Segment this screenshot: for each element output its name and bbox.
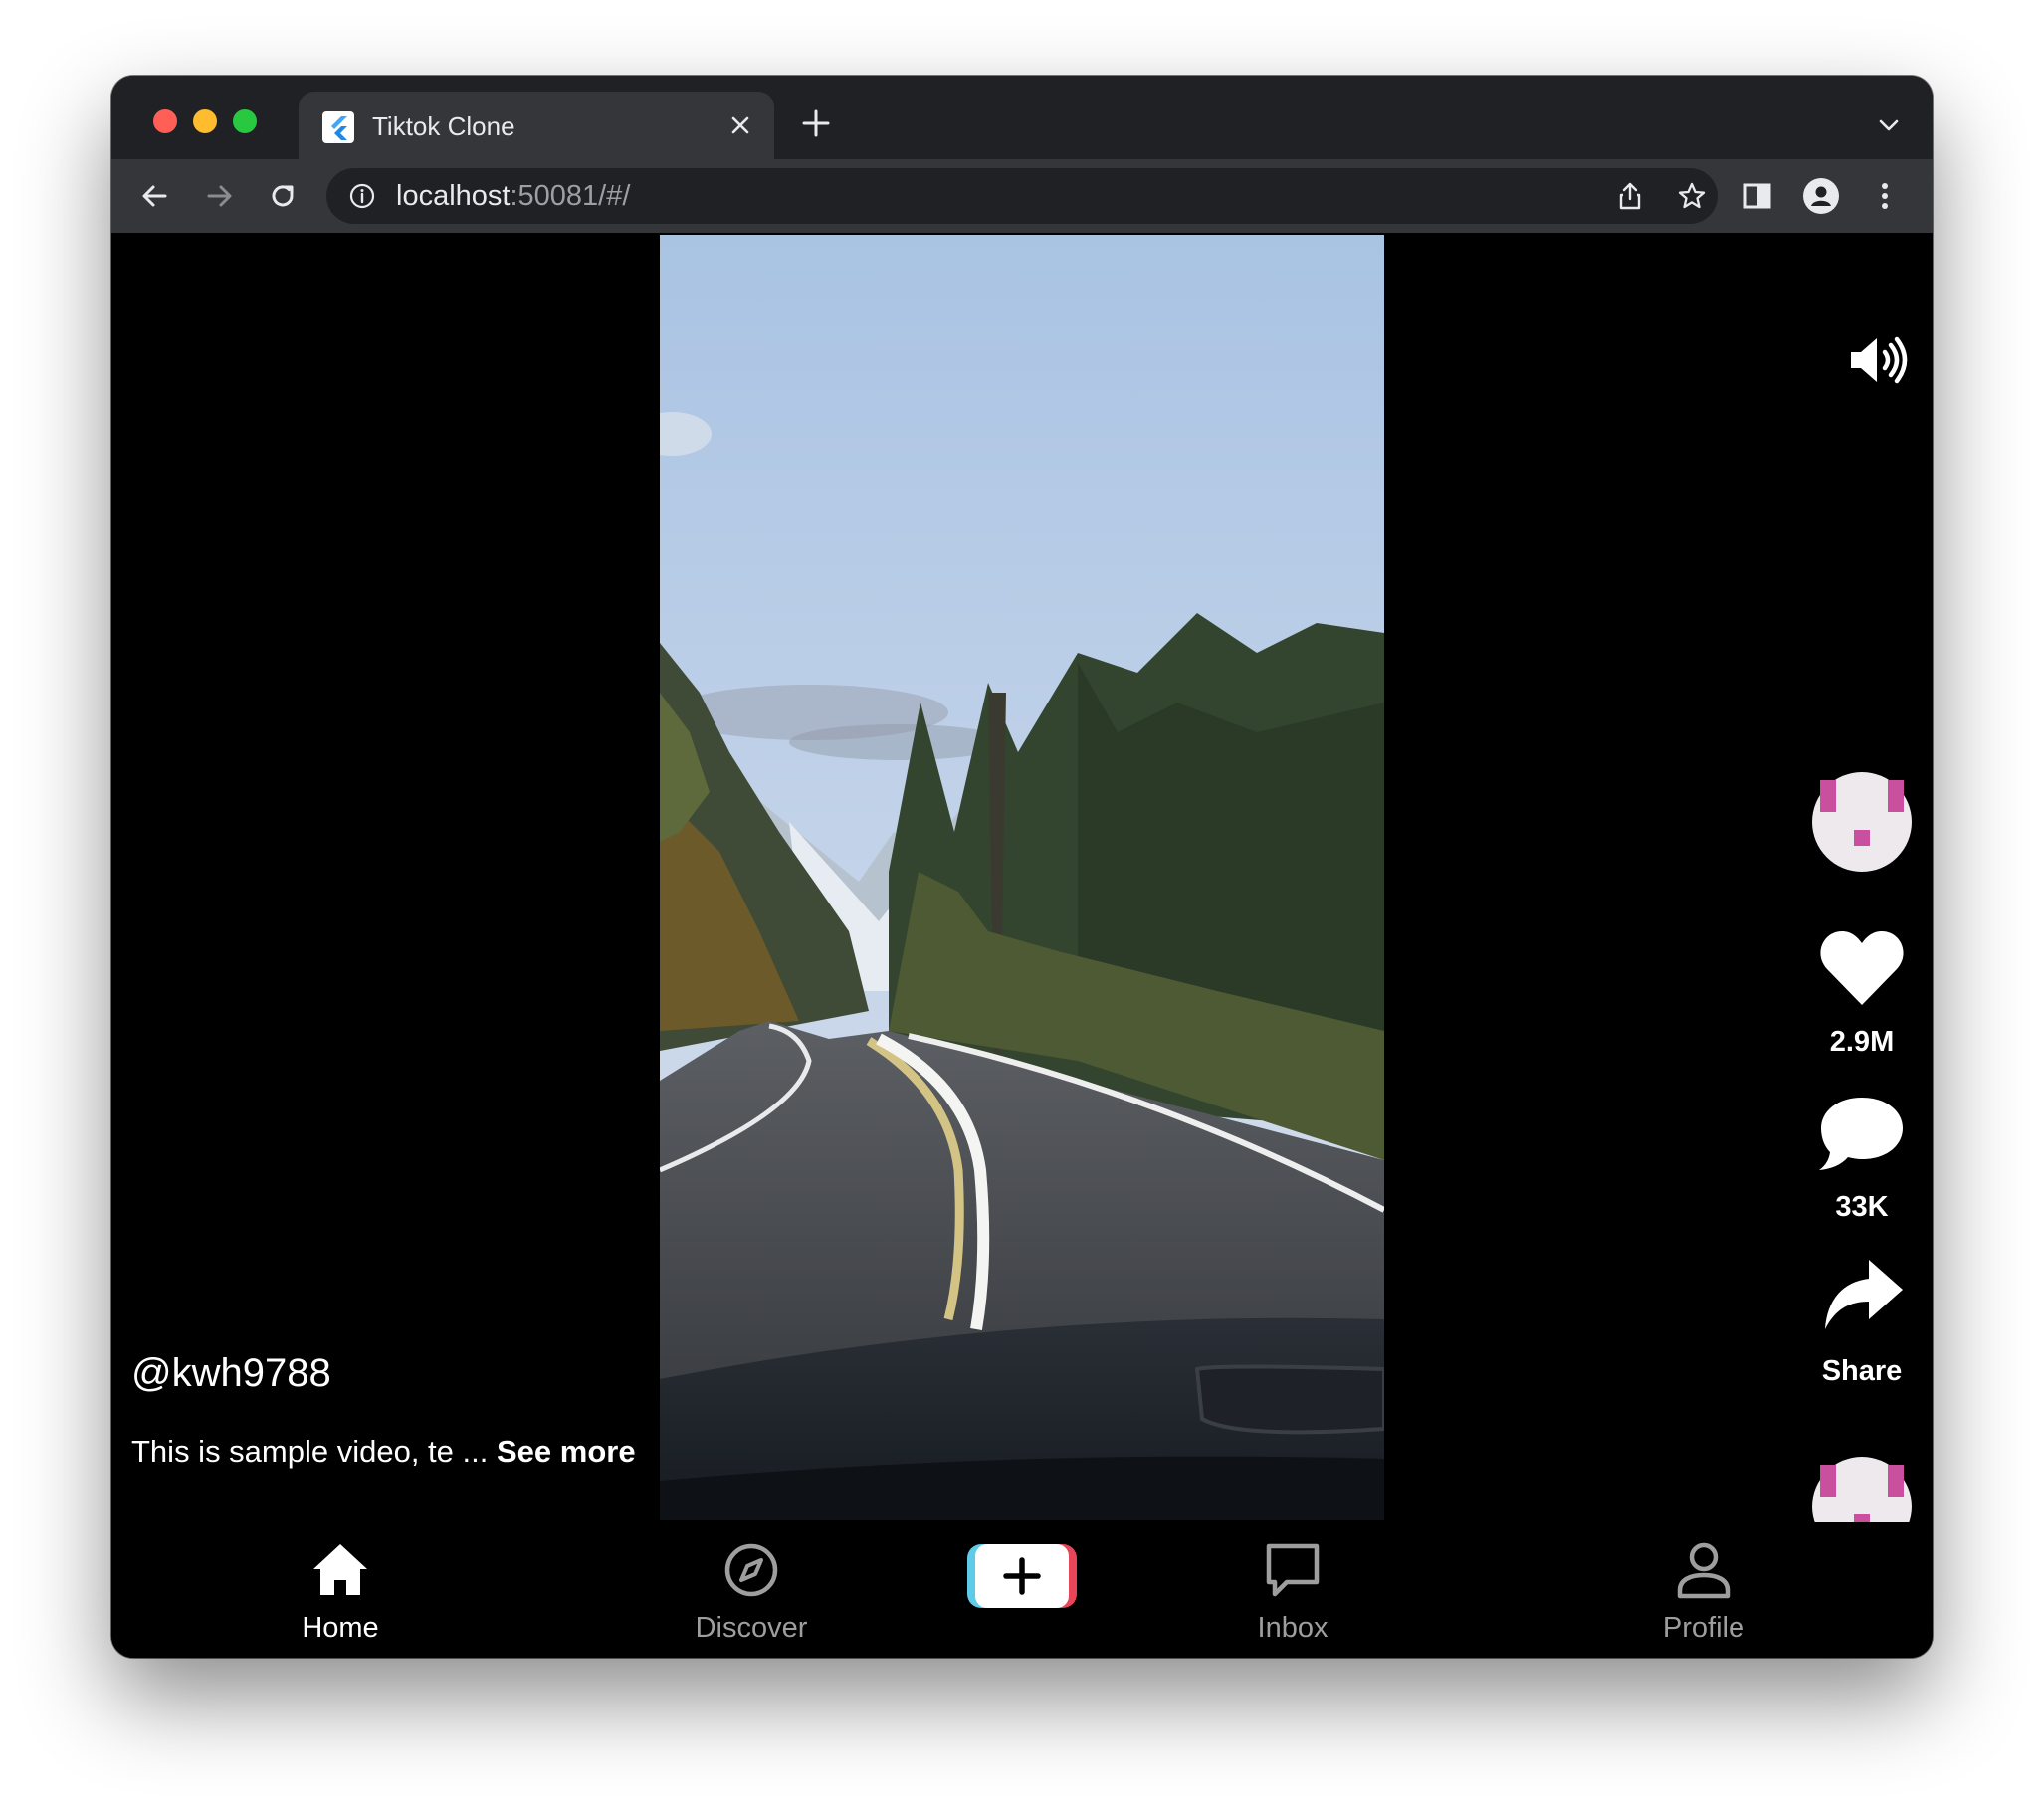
site-info-icon[interactable] bbox=[348, 182, 376, 210]
nav-profile[interactable]: Profile bbox=[1604, 1522, 1803, 1658]
compass-icon bbox=[724, 1543, 778, 1597]
flutter-favicon-icon bbox=[322, 111, 354, 143]
home-icon bbox=[313, 1544, 367, 1595]
forward-arrow-icon[interactable] bbox=[201, 178, 237, 214]
close-window-button[interactable] bbox=[153, 109, 177, 133]
address-bar[interactable]: localhost:50081/#/ bbox=[326, 168, 1718, 224]
browser-toolbar: localhost:50081/#/ bbox=[111, 159, 1933, 235]
tab-close-icon[interactable] bbox=[724, 109, 756, 141]
share-page-icon[interactable] bbox=[1614, 180, 1646, 212]
maximize-window-button[interactable] bbox=[233, 109, 257, 133]
side-panel-icon[interactable] bbox=[1739, 178, 1775, 214]
bookmark-star-icon[interactable] bbox=[1676, 180, 1708, 212]
tab-title: Tiktok Clone bbox=[372, 111, 515, 141]
app-content: @kwh9788 This is sample video, te ... Se… bbox=[111, 233, 1933, 1658]
comments-count: 33K bbox=[1835, 1191, 1889, 1223]
nav-discover-label: Discover bbox=[695, 1612, 808, 1644]
profile-avatar-icon[interactable] bbox=[1803, 178, 1839, 214]
more-menu-icon[interactable] bbox=[1867, 178, 1903, 214]
comment-bubble-icon[interactable] bbox=[1817, 1096, 1907, 1173]
browser-tab[interactable]: Tiktok Clone bbox=[299, 92, 774, 159]
caption-text: This is sample video, te ... bbox=[131, 1434, 497, 1469]
chevron-down-icon[interactable] bbox=[1875, 111, 1903, 139]
nav-inbox-label: Inbox bbox=[1257, 1612, 1329, 1644]
url-text: localhost:50081/#/ bbox=[396, 180, 631, 212]
nav-discover[interactable]: Discover bbox=[652, 1522, 851, 1658]
bottom-navigation: Home Discover Inbox Profile bbox=[111, 1522, 1933, 1658]
minimize-window-button[interactable] bbox=[193, 109, 217, 133]
post-username[interactable]: @kwh9788 bbox=[131, 1349, 331, 1397]
nav-profile-label: Profile bbox=[1662, 1612, 1745, 1644]
likes-count: 2.9M bbox=[1829, 1026, 1895, 1058]
create-video-button[interactable] bbox=[967, 1544, 1077, 1608]
share-label: Share bbox=[1821, 1355, 1903, 1387]
inbox-message-icon bbox=[1266, 1543, 1320, 1597]
like-heart-icon[interactable] bbox=[1817, 929, 1907, 1007]
video-frame bbox=[660, 235, 1384, 1520]
profile-person-icon bbox=[1677, 1542, 1731, 1599]
tab-bar: Tiktok Clone bbox=[111, 76, 1933, 159]
post-caption: This is sample video, te ... See more bbox=[131, 1433, 636, 1471]
nav-inbox[interactable]: Inbox bbox=[1193, 1522, 1392, 1658]
see-more-link[interactable]: See more bbox=[497, 1434, 636, 1469]
nav-home-label: Home bbox=[302, 1612, 379, 1644]
reload-icon[interactable] bbox=[265, 178, 301, 214]
browser-window: Tiktok Clone localhost:50081/#/ @kwh9788… bbox=[111, 76, 1933, 1658]
share-arrow-icon[interactable] bbox=[1819, 1258, 1905, 1333]
nav-home[interactable]: Home bbox=[241, 1522, 440, 1658]
volume-icon[interactable] bbox=[1847, 332, 1911, 388]
back-arrow-icon[interactable] bbox=[137, 178, 173, 214]
video-player[interactable] bbox=[660, 235, 1384, 1520]
creator-avatar[interactable] bbox=[1812, 772, 1912, 872]
new-tab-icon[interactable] bbox=[800, 107, 832, 139]
